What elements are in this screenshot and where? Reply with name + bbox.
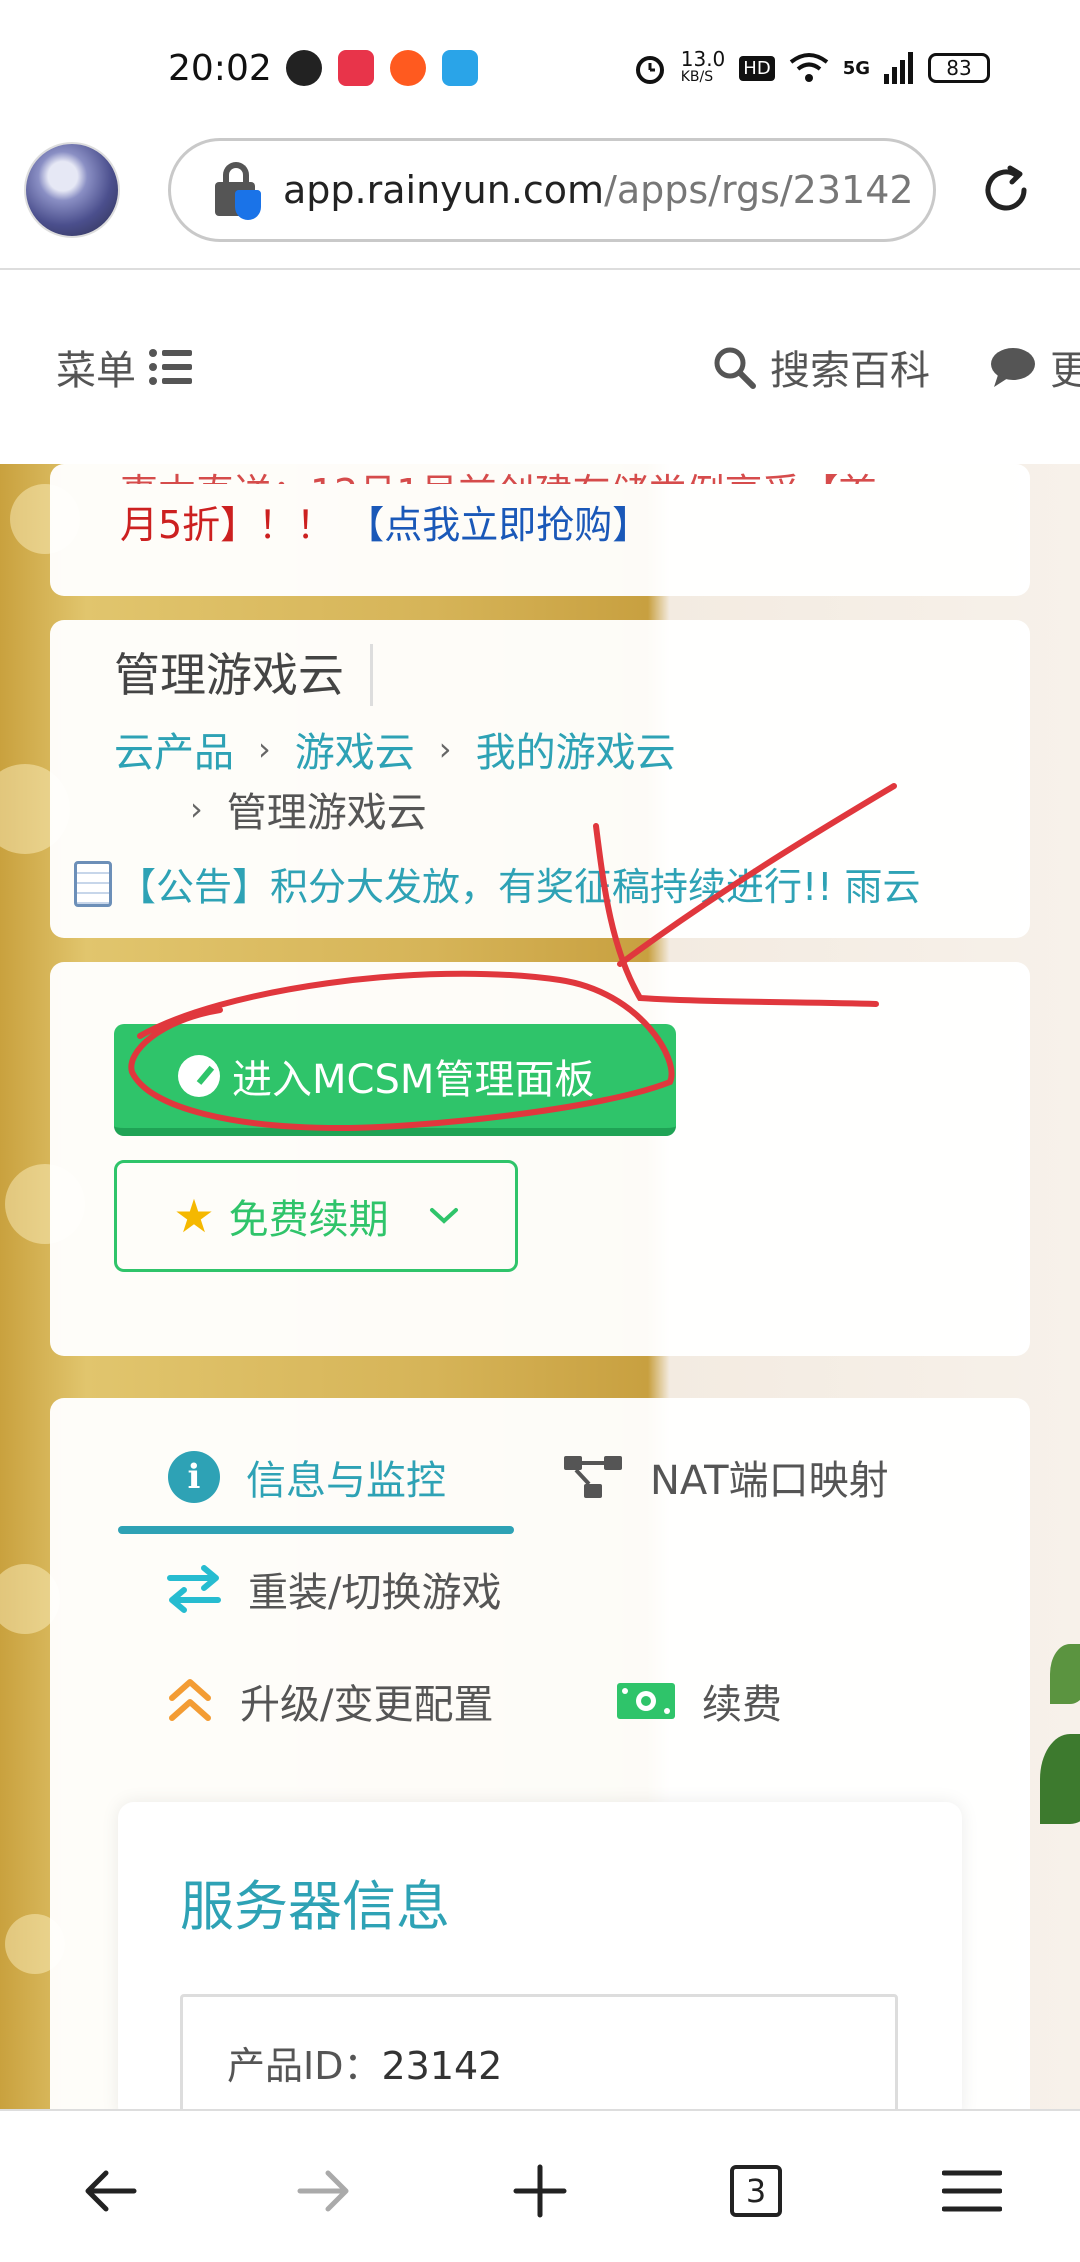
- net-speed-value: 13.0: [680, 47, 726, 71]
- document-icon: [74, 860, 112, 907]
- page-header-card: 管理游戏云 云产品 › 游戏云 › 我的游戏云 › 管理游戏云 【公告】积分大发…: [50, 620, 1030, 938]
- lock-shield-icon[interactable]: [213, 162, 261, 220]
- new-tab-button[interactable]: [500, 2151, 580, 2231]
- status-bar: 20:02 13.0 KB/S HD 5G 83: [0, 0, 1080, 130]
- alarm-icon: [635, 56, 664, 84]
- notification-icons: [286, 50, 478, 86]
- tab-renewal[interactable]: 续费: [616, 1672, 782, 1730]
- profile-avatar[interactable]: [24, 142, 120, 238]
- breadcrumb-cloud-products[interactable]: 云产品: [114, 720, 234, 778]
- breadcrumb-current: › 管理游戏云: [190, 780, 427, 838]
- product-id-row: 产品ID：23142: [227, 2035, 502, 2090]
- site-header: 菜单 搜索百科 更: [0, 272, 1080, 464]
- tab-renewal-label: 续费: [702, 1682, 782, 1728]
- free-renewal-label: 免费续期: [228, 1197, 389, 1243]
- app-notification-icon: [338, 50, 374, 86]
- list-icon: [149, 349, 192, 385]
- reload-icon[interactable]: [978, 162, 1034, 218]
- server-info-title: 服务器信息: [180, 1875, 450, 1938]
- more-button[interactable]: 更: [990, 338, 1080, 396]
- status-time: 20:02: [168, 48, 272, 89]
- telegram-icon: [442, 50, 478, 86]
- url-field[interactable]: app.rainyun.com/apps/rgs/23142: [168, 138, 936, 242]
- url-text[interactable]: app.rainyun.com/apps/rgs/23142: [283, 168, 914, 212]
- info-circle-icon: i: [168, 1451, 220, 1503]
- net-speed: 13.0 KB/S: [680, 47, 726, 86]
- hd-badge: HD: [739, 55, 775, 81]
- forward-button[interactable]: [284, 2151, 364, 2231]
- chevron-right-icon: ›: [438, 730, 452, 768]
- chevron-right-icon: ›: [258, 730, 271, 768]
- tab-info-monitoring[interactable]: i 信息与监控: [168, 1448, 446, 1506]
- network-icon: [564, 1456, 622, 1498]
- battery-indicator: 83: [928, 53, 990, 83]
- signal-icon: [884, 52, 913, 84]
- promo-discount: 月5折】！！: [120, 503, 335, 547]
- server-info-panel: 服务器信息 产品ID：23142: [118, 1802, 962, 2134]
- product-id-label: 产品ID：: [227, 2044, 382, 2088]
- action-card: 进入MCSM管理面板 ★ 免费续期: [50, 962, 1030, 1356]
- plus-icon: [513, 2164, 567, 2218]
- announcement-text: 【公告】积分大发放，有奖征稿持续进行!! 雨云: [118, 865, 921, 909]
- promo-text-top: 事本直送：12月1号前创建存储类例享受【首: [120, 462, 877, 484]
- promo-buy-link[interactable]: 【点我立即抢购】: [346, 503, 650, 547]
- tab-reinstall-switch-game-label: 重装/切换游戏: [248, 1570, 502, 1616]
- net-speed-unit: KB/S: [680, 69, 714, 85]
- active-tab-indicator: [118, 1526, 514, 1534]
- menu-label: 菜单: [56, 348, 136, 394]
- star-icon: ★: [173, 1189, 215, 1243]
- menu-button[interactable]: 菜单: [56, 338, 192, 396]
- arrow-right-icon: [297, 2170, 349, 2212]
- money-icon: [617, 1683, 675, 1719]
- breadcrumb-game-cloud[interactable]: 游戏云: [295, 720, 415, 778]
- tabs-count: 3: [730, 2165, 782, 2217]
- breadcrumb-my-game-cloud[interactable]: 我的游戏云: [476, 720, 676, 778]
- tabs-button[interactable]: 3: [716, 2151, 796, 2231]
- search-wiki-label: 搜索百科: [770, 348, 930, 394]
- announcement[interactable]: 【公告】积分大发放，有奖征稿持续进行!! 雨云: [74, 856, 921, 911]
- double-chevron-up-icon: [169, 1679, 211, 1721]
- back-button[interactable]: [70, 2151, 150, 2231]
- free-renewal-dropdown[interactable]: ★ 免费续期: [114, 1160, 518, 1272]
- browser-bottom-nav: 3: [0, 2109, 1080, 2262]
- browser-menu-button[interactable]: [932, 2151, 1012, 2231]
- background-decoration: [1040, 1734, 1080, 1824]
- background-decoration: [1050, 1644, 1080, 1704]
- server-tabs-card: i 信息与监控 NAT端口映射 重装/切换游戏 升级/变更配置 续费 服务器信息: [50, 1398, 1030, 2134]
- product-id-value: 23142: [381, 2044, 503, 2088]
- enter-mcsm-panel-label: 进入MCSM管理面板: [232, 1057, 595, 1103]
- system-indicators: 13.0 KB/S HD 5G 83: [633, 47, 990, 86]
- chevron-right-icon: ›: [190, 790, 203, 828]
- hamburger-menu-icon: [942, 2170, 1002, 2212]
- swap-arrows-icon: [167, 1565, 221, 1613]
- search-icon: [714, 347, 756, 389]
- promo-card: 事本直送：12月1号前创建存储类例享受【首 月5折】！！ 【点我立即抢购】: [50, 464, 1030, 596]
- tab-upgrade-config-label: 升级/变更配置: [240, 1682, 494, 1728]
- wechat-icon: [286, 50, 322, 86]
- tab-info-monitoring-label: 信息与监控: [246, 1458, 446, 1504]
- url-host: app.rainyun.com: [283, 168, 605, 212]
- tab-reinstall-switch-game[interactable]: 重装/切换游戏: [166, 1560, 501, 1618]
- network-type: 5G: [842, 57, 870, 79]
- taobao-icon: [390, 50, 426, 86]
- chevron-down-icon: [429, 1208, 458, 1224]
- dashboard-gauge-icon: [178, 1055, 220, 1097]
- search-wiki-button[interactable]: 搜索百科: [712, 338, 930, 396]
- tab-upgrade-config[interactable]: 升级/变更配置: [166, 1672, 493, 1730]
- breadcrumb: 云产品 › 游戏云 › 我的游戏云: [114, 720, 676, 778]
- tab-nat-port-mapping-label: NAT端口映射: [650, 1458, 889, 1504]
- page-title: 管理游戏云: [114, 644, 373, 706]
- url-path: /apps/rgs/23142: [604, 168, 914, 212]
- promo-text: 月5折】！！ 【点我立即抢购】: [120, 494, 650, 549]
- arrow-left-icon: [85, 2170, 137, 2212]
- more-label: 更: [1050, 348, 1080, 394]
- breadcrumb-manage-game-cloud: 管理游戏云: [226, 790, 427, 836]
- enter-mcsm-panel-button[interactable]: 进入MCSM管理面板: [114, 1024, 676, 1136]
- chat-bubble-icon: [991, 348, 1035, 387]
- tab-nat-port-mapping[interactable]: NAT端口映射: [562, 1448, 889, 1506]
- wifi-icon: [789, 53, 828, 82]
